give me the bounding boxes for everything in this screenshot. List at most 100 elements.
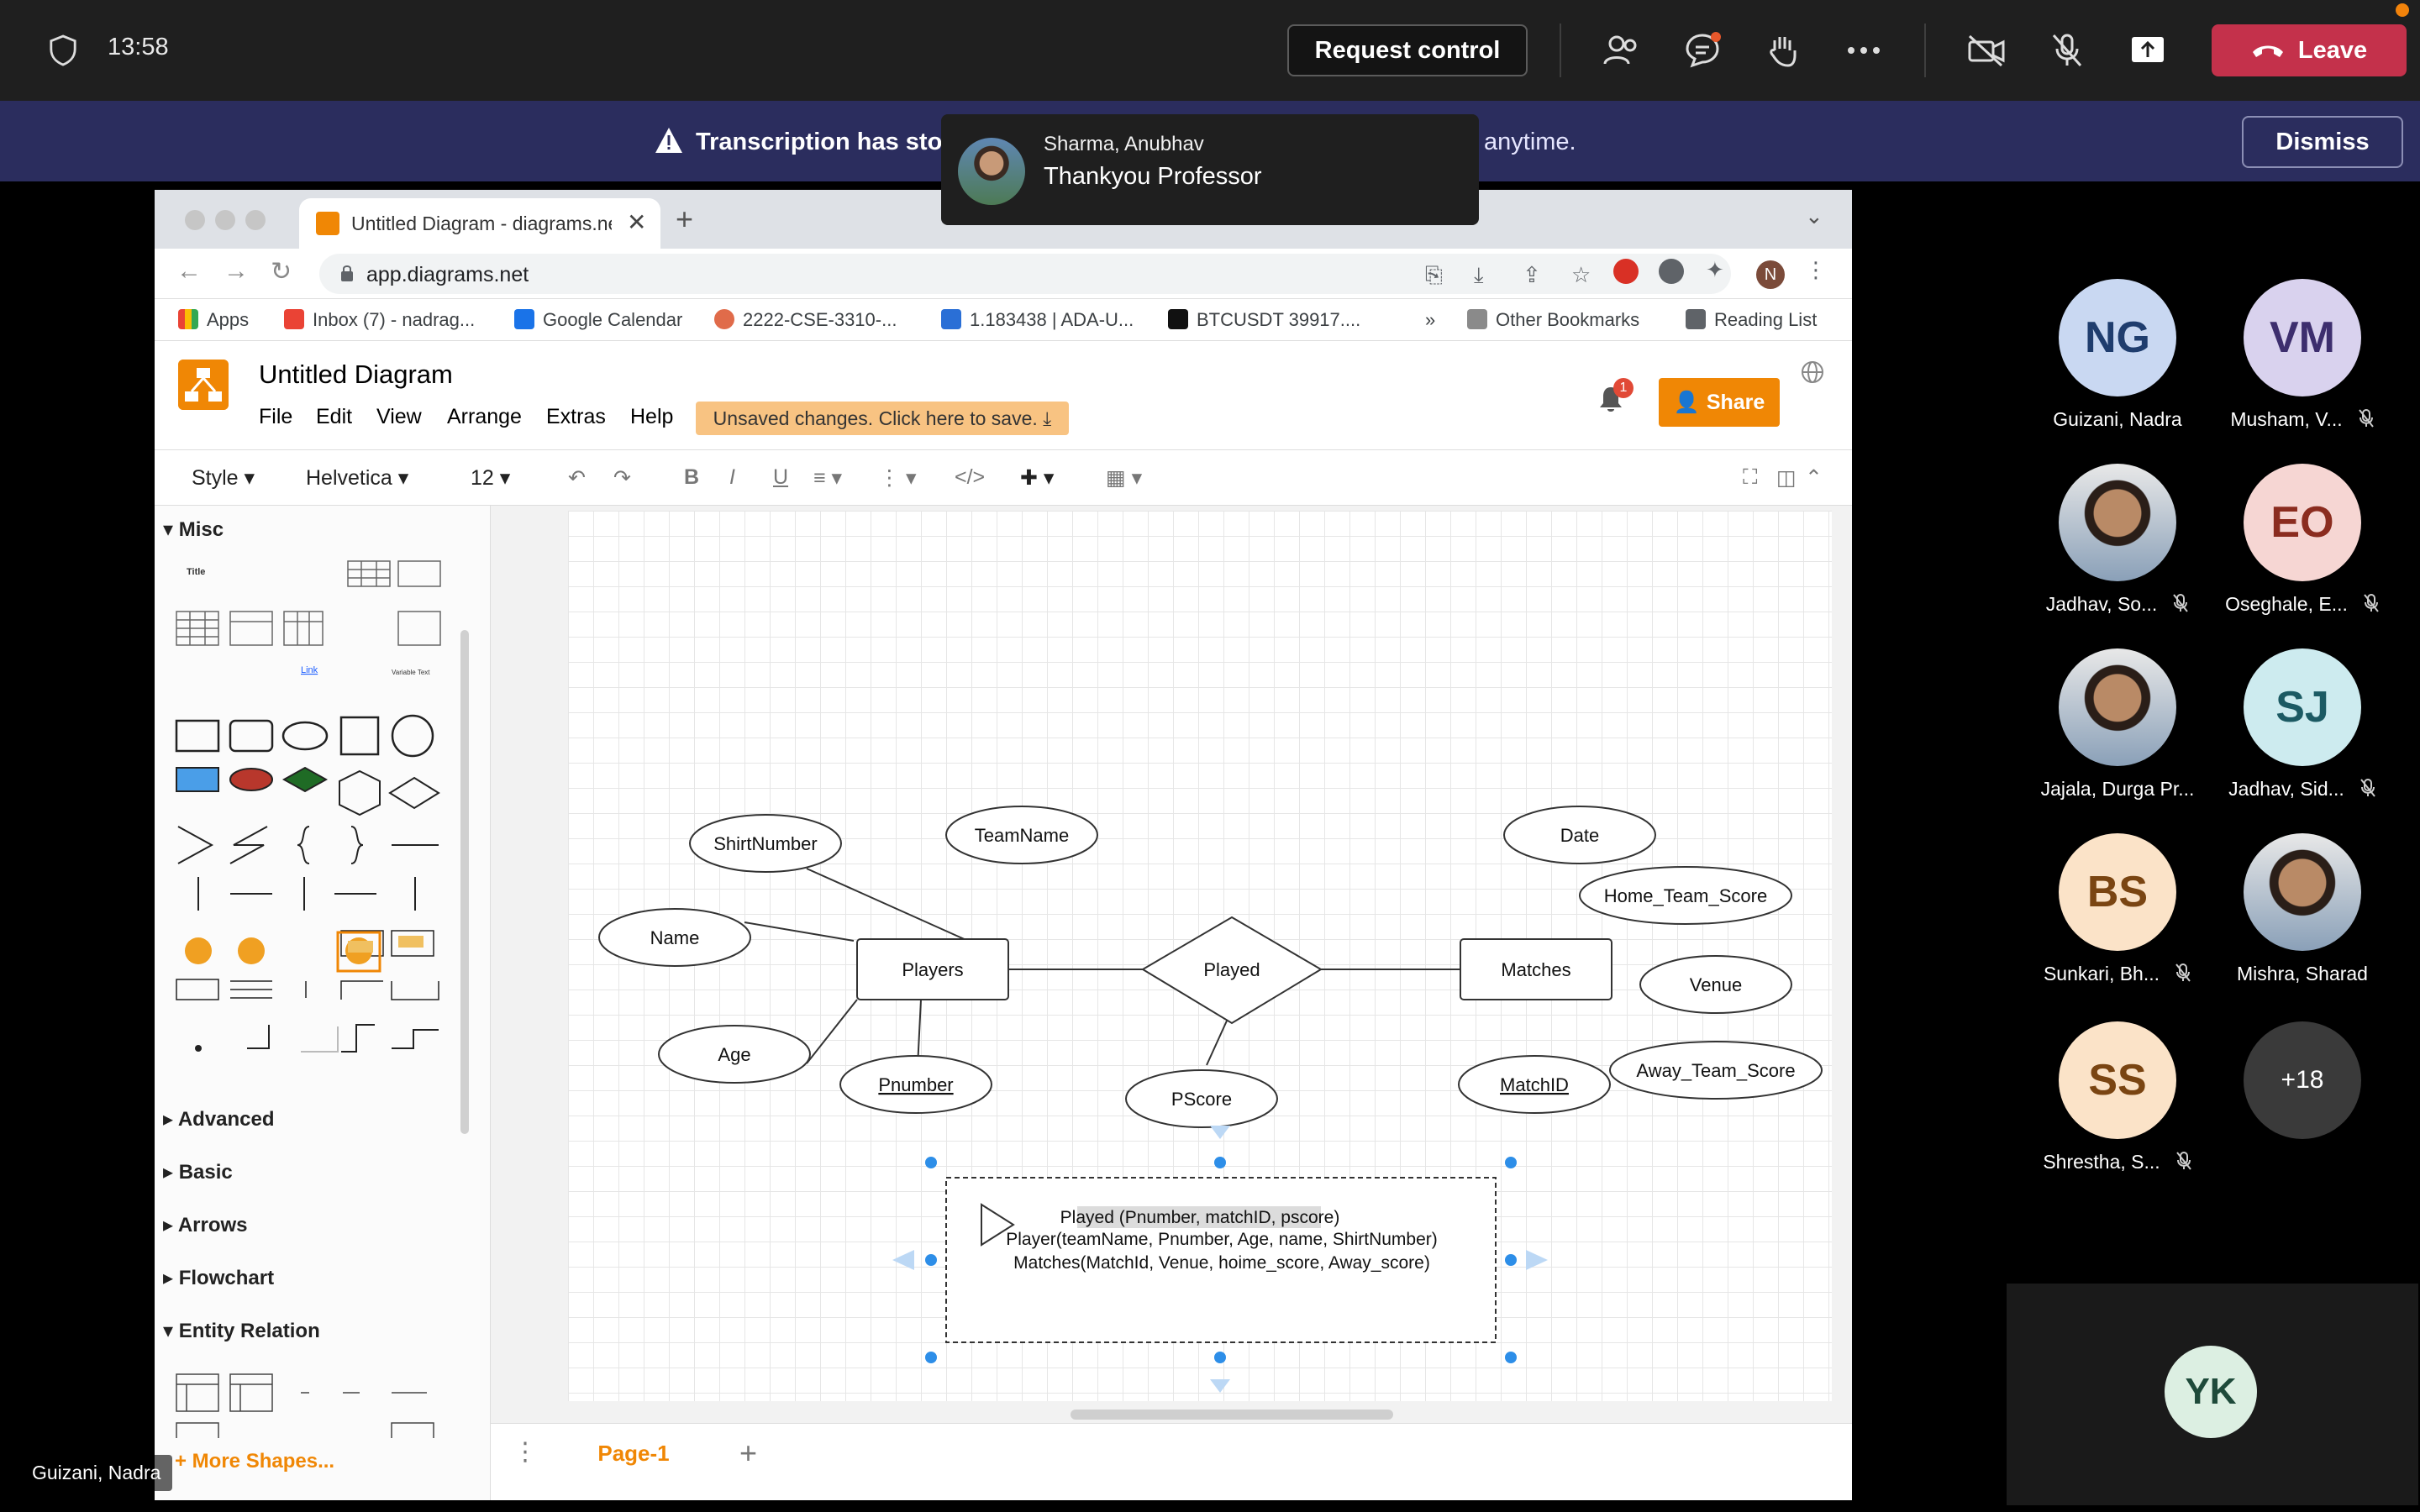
kebab-menu-icon[interactable]: ⋮ [1805,257,1827,283]
participant-tile[interactable]: SS Shrestha, S... [2025,1021,2210,1176]
mic-off-icon[interactable] [2047,30,2087,71]
more-participants-tile[interactable]: +18 [2210,1021,2395,1139]
share-screen-icon[interactable] [2128,30,2168,71]
section-misc[interactable]: ▾ Misc [163,517,224,542]
reload-icon[interactable]: ↻ [271,257,292,286]
self-video-label: Guizani, Nadra [20,1455,173,1491]
extension-icon[interactable] [1613,259,1639,284]
participant-avatar-yk[interactable]: YK [2165,1346,2257,1438]
participant-tile[interactable]: EO Oseghale, E... [2210,464,2395,618]
style-dropdown[interactable]: Style ▾ [192,465,255,491]
participant-tile[interactable]: SJ Jadhav, Sid... [2210,648,2395,803]
menu-extras[interactable]: Extras [546,405,606,429]
menu-file[interactable]: File [259,405,292,429]
page-tab[interactable]: Page-1 [558,1424,709,1483]
er-shapes-palette[interactable] [175,1371,444,1438]
undo-icon[interactable]: ↶ [568,465,586,491]
menu-help[interactable]: Help [630,405,673,429]
leave-button[interactable]: Leave [2212,24,2407,76]
menu-view[interactable]: View [376,405,422,429]
table-icon[interactable]: ▦ ▾ [1106,465,1142,491]
more-options-icon[interactable] [1844,30,1884,71]
chat-icon[interactable] [1682,30,1723,71]
menu-arrange[interactable]: Arrange [447,405,522,429]
collapse-icon[interactable]: ⌃ [1805,465,1823,491]
new-tab-icon[interactable]: + [676,202,693,237]
install-icon[interactable]: ⤓ [1474,262,1484,289]
window-close-button[interactable] [185,210,205,230]
section-flowchart[interactable]: ▸ Flowchart [163,1266,274,1290]
bookmark-apps[interactable]: Apps [178,309,249,331]
camera-off-icon[interactable] [1966,30,2007,71]
star-icon[interactable]: ☆ [1571,262,1591,288]
participant-tile[interactable]: Jadhav, So... [2025,464,2210,618]
participant-name: Jadhav, Sid... [2210,778,2395,803]
participant-tile[interactable]: VM Musham, V... [2210,279,2395,433]
more-shapes-button[interactable]: + More Shapes... [175,1450,334,1473]
clipboard-icon[interactable]: ⎘ [1425,262,1443,289]
forward-icon[interactable]: → [224,257,249,286]
bookmarks-overflow[interactable]: » [1425,309,1435,331]
profile-avatar[interactable]: N [1756,260,1785,289]
banner-text-end: anytime. [1484,129,1576,155]
participant-tile[interactable]: BS Sunkari, Bh... [2025,833,2210,988]
diagram-canvas[interactable]: ShirtNumber TeamName Name Players Played… [568,511,1832,1401]
bookmark-btc[interactable]: BTCUSDT 39917.... [1168,309,1360,331]
bold-button[interactable]: B [684,465,699,490]
fullscreen-icon[interactable]: ⛶ [1743,465,1758,490]
kahoot-icon [941,309,961,329]
italic-button[interactable]: I [729,465,735,490]
unsaved-changes-button[interactable]: Unsaved changes. Click here to save. ⤓ [696,402,1069,435]
bookmark-other[interactable]: Other Bookmarks [1467,309,1639,331]
section-entity-relation[interactable]: ▾ Entity Relation [163,1319,320,1343]
vertical-align-icon[interactable]: ⋮ ▾ [879,465,917,491]
misc-shapes-palette[interactable]: Title Link Variable Text [175,558,444,1062]
extension-icon[interactable] [1659,259,1684,284]
bookmark-cse[interactable]: 2222-CSE-3310-... [714,309,897,331]
add-page-icon[interactable]: + [739,1436,757,1471]
bookmark-ada[interactable]: 1.183438 | ADA-U... [941,309,1134,331]
apps-grid-icon [178,309,198,329]
html-icon[interactable]: </> [955,465,985,490]
participant-tile[interactable]: Jajala, Durga Pr... [2025,648,2210,801]
back-icon[interactable]: ← [176,257,202,286]
bookmark-gmail[interactable]: Inbox (7) - nadrag... [284,309,475,331]
request-control-button[interactable]: Request control [1287,24,1528,76]
globe-icon[interactable] [1800,360,1825,385]
canvas-horizontal-scrollbar[interactable] [1071,1410,1393,1420]
participant-photo [2059,648,2176,766]
people-icon[interactable] [1602,30,1642,71]
format-panel-icon[interactable]: ◫ [1776,465,1797,491]
participant-tile[interactable]: NG Guizani, Nadra [2025,279,2210,431]
bookmark-calendar[interactable]: Google Calendar [514,309,682,331]
pages-menu-icon[interactable]: ⋮ [513,1437,538,1467]
svg-text:Pnumber: Pnumber [878,1074,953,1095]
address-bar[interactable]: app.diagrams.net ⎘ ⤓ ⇪ ☆ [319,254,1731,294]
share-button[interactable]: 👤 Share [1659,378,1780,427]
underline-button[interactable]: U [773,465,788,490]
window-zoom-button[interactable] [245,210,266,230]
dismiss-button[interactable]: Dismiss [2242,116,2403,168]
participant-tile[interactable]: Mishra, Sharad [2210,833,2395,985]
section-arrows[interactable]: ▸ Arrows [163,1213,248,1237]
chevron-down-icon[interactable]: ⌄ [1805,203,1823,229]
window-minimize-button[interactable] [215,210,235,230]
insert-icon[interactable]: ✚ ▾ [1020,465,1054,491]
align-icon[interactable]: ≡ ▾ [813,465,842,491]
font-dropdown[interactable]: Helvetica ▾ [306,465,408,491]
browser-tab[interactable]: Untitled Diagram - diagrams.ne ✕ [299,198,660,249]
bookmark-reading-list[interactable]: Reading List [1686,309,1817,331]
puzzle-icon[interactable]: ✦ [1706,257,1724,283]
chat-notification[interactable]: Sharma, Anubhav Thankyou Professor [941,114,1479,225]
sidebar-scrollbar[interactable] [460,630,469,1134]
font-size-dropdown[interactable]: 12 ▾ [471,465,510,491]
share-page-icon[interactable]: ⇪ [1523,262,1541,288]
redo-icon[interactable]: ↷ [613,465,631,491]
drawio-favicon-icon [316,212,339,235]
section-advanced[interactable]: ▸ Advanced [163,1107,275,1131]
raise-hand-icon[interactable] [1763,30,1803,71]
menu-edit[interactable]: Edit [316,405,352,429]
diagram-title[interactable]: Untitled Diagram [259,360,453,390]
tab-close-icon[interactable]: ✕ [627,208,646,236]
section-basic[interactable]: ▸ Basic [163,1160,233,1184]
